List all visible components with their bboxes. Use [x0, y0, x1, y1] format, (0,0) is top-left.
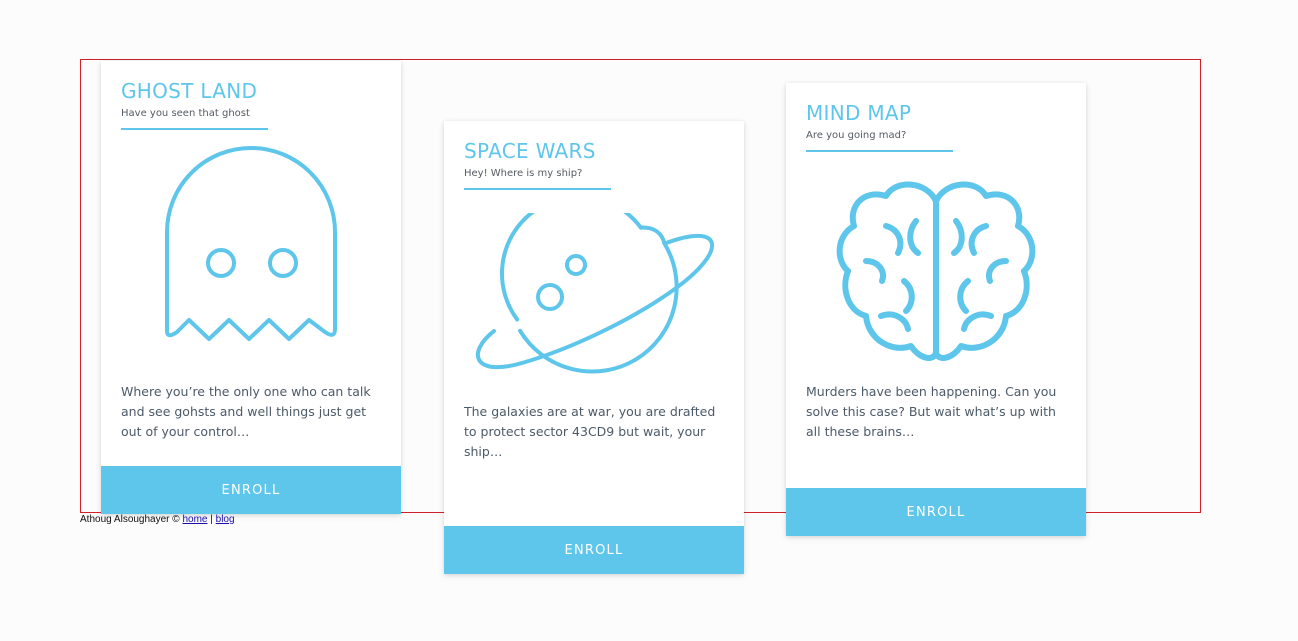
ghost-icon [165, 146, 337, 341]
footer-author: Athoug Alsoughayer © [80, 514, 180, 525]
card-subtitle: Have you seen that ghost [121, 108, 250, 119]
card-subtitle: Are you going mad? [806, 130, 907, 141]
home-link[interactable]: home [182, 514, 207, 525]
blog-link[interactable]: blog [216, 514, 235, 525]
card-title: SPACE WARS [464, 139, 596, 163]
course-card-space-wars: SPACE WARS Hey! Where is my ship? The ga… [444, 121, 744, 574]
enroll-button[interactable]: ENROLL [786, 488, 1086, 536]
enroll-button[interactable]: ENROLL [101, 466, 401, 514]
card-title: GHOST LAND [121, 79, 258, 103]
footer: Athoug Alsoughayer © home | blog [80, 514, 235, 525]
card-description: The galaxies are at war, you are drafted… [464, 404, 716, 459]
brain-icon [836, 181, 1036, 361]
card-title: MIND MAP [806, 101, 912, 125]
course-card-mind-map: MIND MAP Are you going mad? Murders have… [786, 83, 1086, 536]
enroll-button[interactable]: ENROLL [444, 526, 744, 574]
card-subtitle: Hey! Where is my ship? [464, 168, 583, 179]
title-underline [464, 188, 611, 190]
course-card-ghost-land: GHOST LAND Have you seen that ghost Wher… [101, 61, 401, 514]
card-description: Murders have been happening. Can you sol… [806, 384, 1057, 439]
title-underline [121, 128, 268, 130]
planet-icon [475, 213, 715, 374]
card-description: Where you’re the only one who can talk a… [121, 384, 371, 439]
title-underline [806, 150, 953, 152]
footer-separator: | [210, 514, 213, 525]
